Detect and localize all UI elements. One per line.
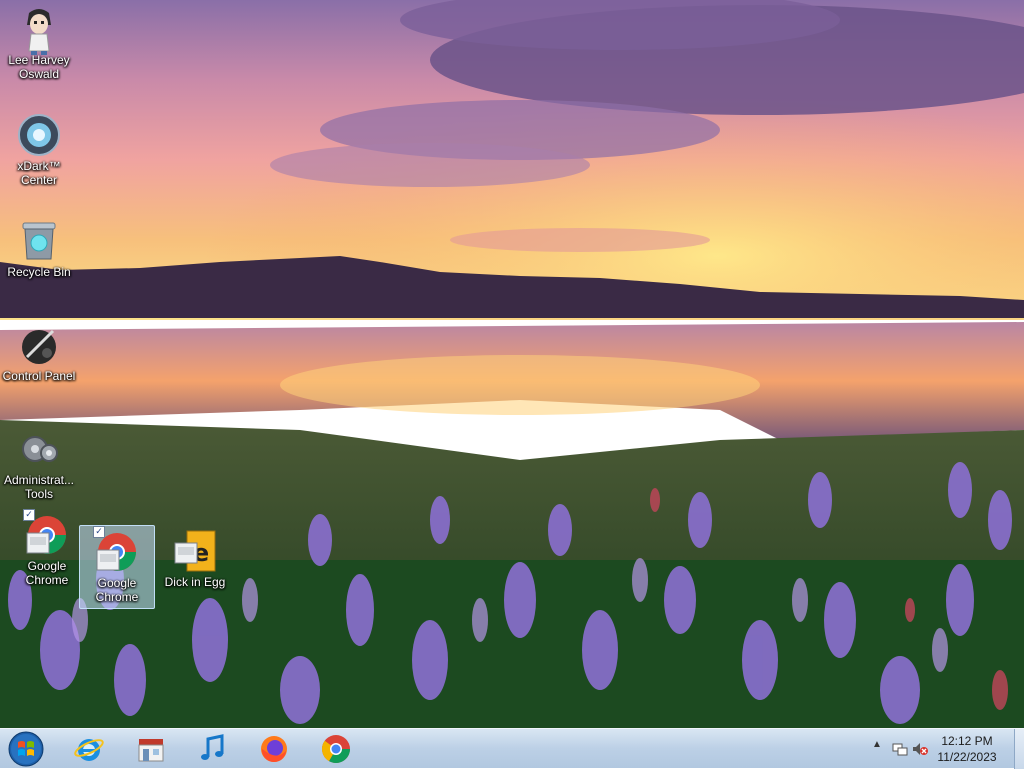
chrome-icon — [321, 735, 350, 763]
firefox-icon — [261, 736, 287, 763]
taskbar-pin-chrome[interactable] — [314, 731, 358, 767]
network-icon[interactable] — [892, 741, 908, 757]
store-icon — [138, 739, 164, 762]
taskbar: ▲ 12:12 PM 11/22/2023 — [0, 728, 1024, 769]
recycle-bin-icon — [17, 219, 61, 263]
selection-checkbox[interactable]: ✓ — [93, 526, 105, 538]
show-desktop-button[interactable] — [1014, 729, 1024, 769]
desktop-icon-google-chrome-selected[interactable]: ✓ Google Chrome — [79, 525, 155, 609]
desktop-icon-label: Recycle Bin — [7, 265, 71, 279]
desktop-icon-label: Lee Harvey Oswald — [8, 53, 70, 81]
desktop-icon-xdark-center[interactable]: xDark™ Center — [1, 112, 77, 188]
desktop-icon-lee-harvey-oswald[interactable]: Lee Harvey Oswald — [1, 6, 77, 82]
desktop-icon-label: Google Chrome — [95, 576, 139, 604]
anime-character-icon — [17, 7, 61, 55]
selection-checkbox[interactable]: ✓ — [23, 509, 35, 521]
taskbar-pin-music[interactable] — [190, 731, 234, 767]
desktop-icon-label: Google Chrome — [25, 559, 69, 587]
volume-muted-icon[interactable] — [912, 741, 928, 757]
desktop-icon-recycle-bin[interactable]: Recycle Bin — [1, 218, 77, 280]
clock-time: 12:12 PM — [941, 734, 993, 748]
desktop-icon-control-panel[interactable]: Control Panel — [1, 322, 77, 384]
internet-explorer-icon — [74, 739, 104, 761]
music-icon — [201, 734, 224, 760]
desktop-icon-label: xDark™ Center — [17, 159, 61, 187]
show-hidden-icons-chevron[interactable]: ▲ — [872, 739, 888, 755]
xdark-center-icon — [17, 113, 61, 157]
chrome-shortcut-icon: ✓ — [93, 526, 139, 574]
dick-in-egg-icon: e — [173, 529, 217, 573]
taskbar-pin-firefox[interactable] — [252, 731, 296, 767]
chrome-shortcut-icon: ✓ — [23, 509, 69, 557]
start-button[interactable] — [6, 730, 46, 768]
desktop-icon-label: Administrat... Tools — [3, 473, 75, 501]
desktop-icon-administrative-tools[interactable]: Administrat... Tools — [1, 426, 77, 502]
desktop-icon-dick-in-egg[interactable]: e Dick in Egg — [157, 528, 233, 590]
desktop-icon-label: Control Panel — [2, 369, 76, 383]
desktop-icon-google-chrome[interactable]: ✓ Google Chrome — [9, 509, 85, 588]
taskbar-pin-store[interactable] — [129, 731, 173, 767]
system-tray: ▲ 12:12 PM 11/22/2023 — [864, 729, 1024, 769]
taskbar-clock[interactable]: 12:12 PM 11/22/2023 — [934, 733, 1000, 765]
control-panel-icon — [17, 323, 61, 367]
taskbar-pin-internet-explorer[interactable] — [67, 731, 111, 767]
desktop-icon-label: Dick in Egg — [164, 575, 226, 589]
desktop-wallpaper — [0, 0, 1024, 728]
clock-date: 11/22/2023 — [937, 750, 997, 764]
administrative-tools-icon — [17, 427, 61, 471]
